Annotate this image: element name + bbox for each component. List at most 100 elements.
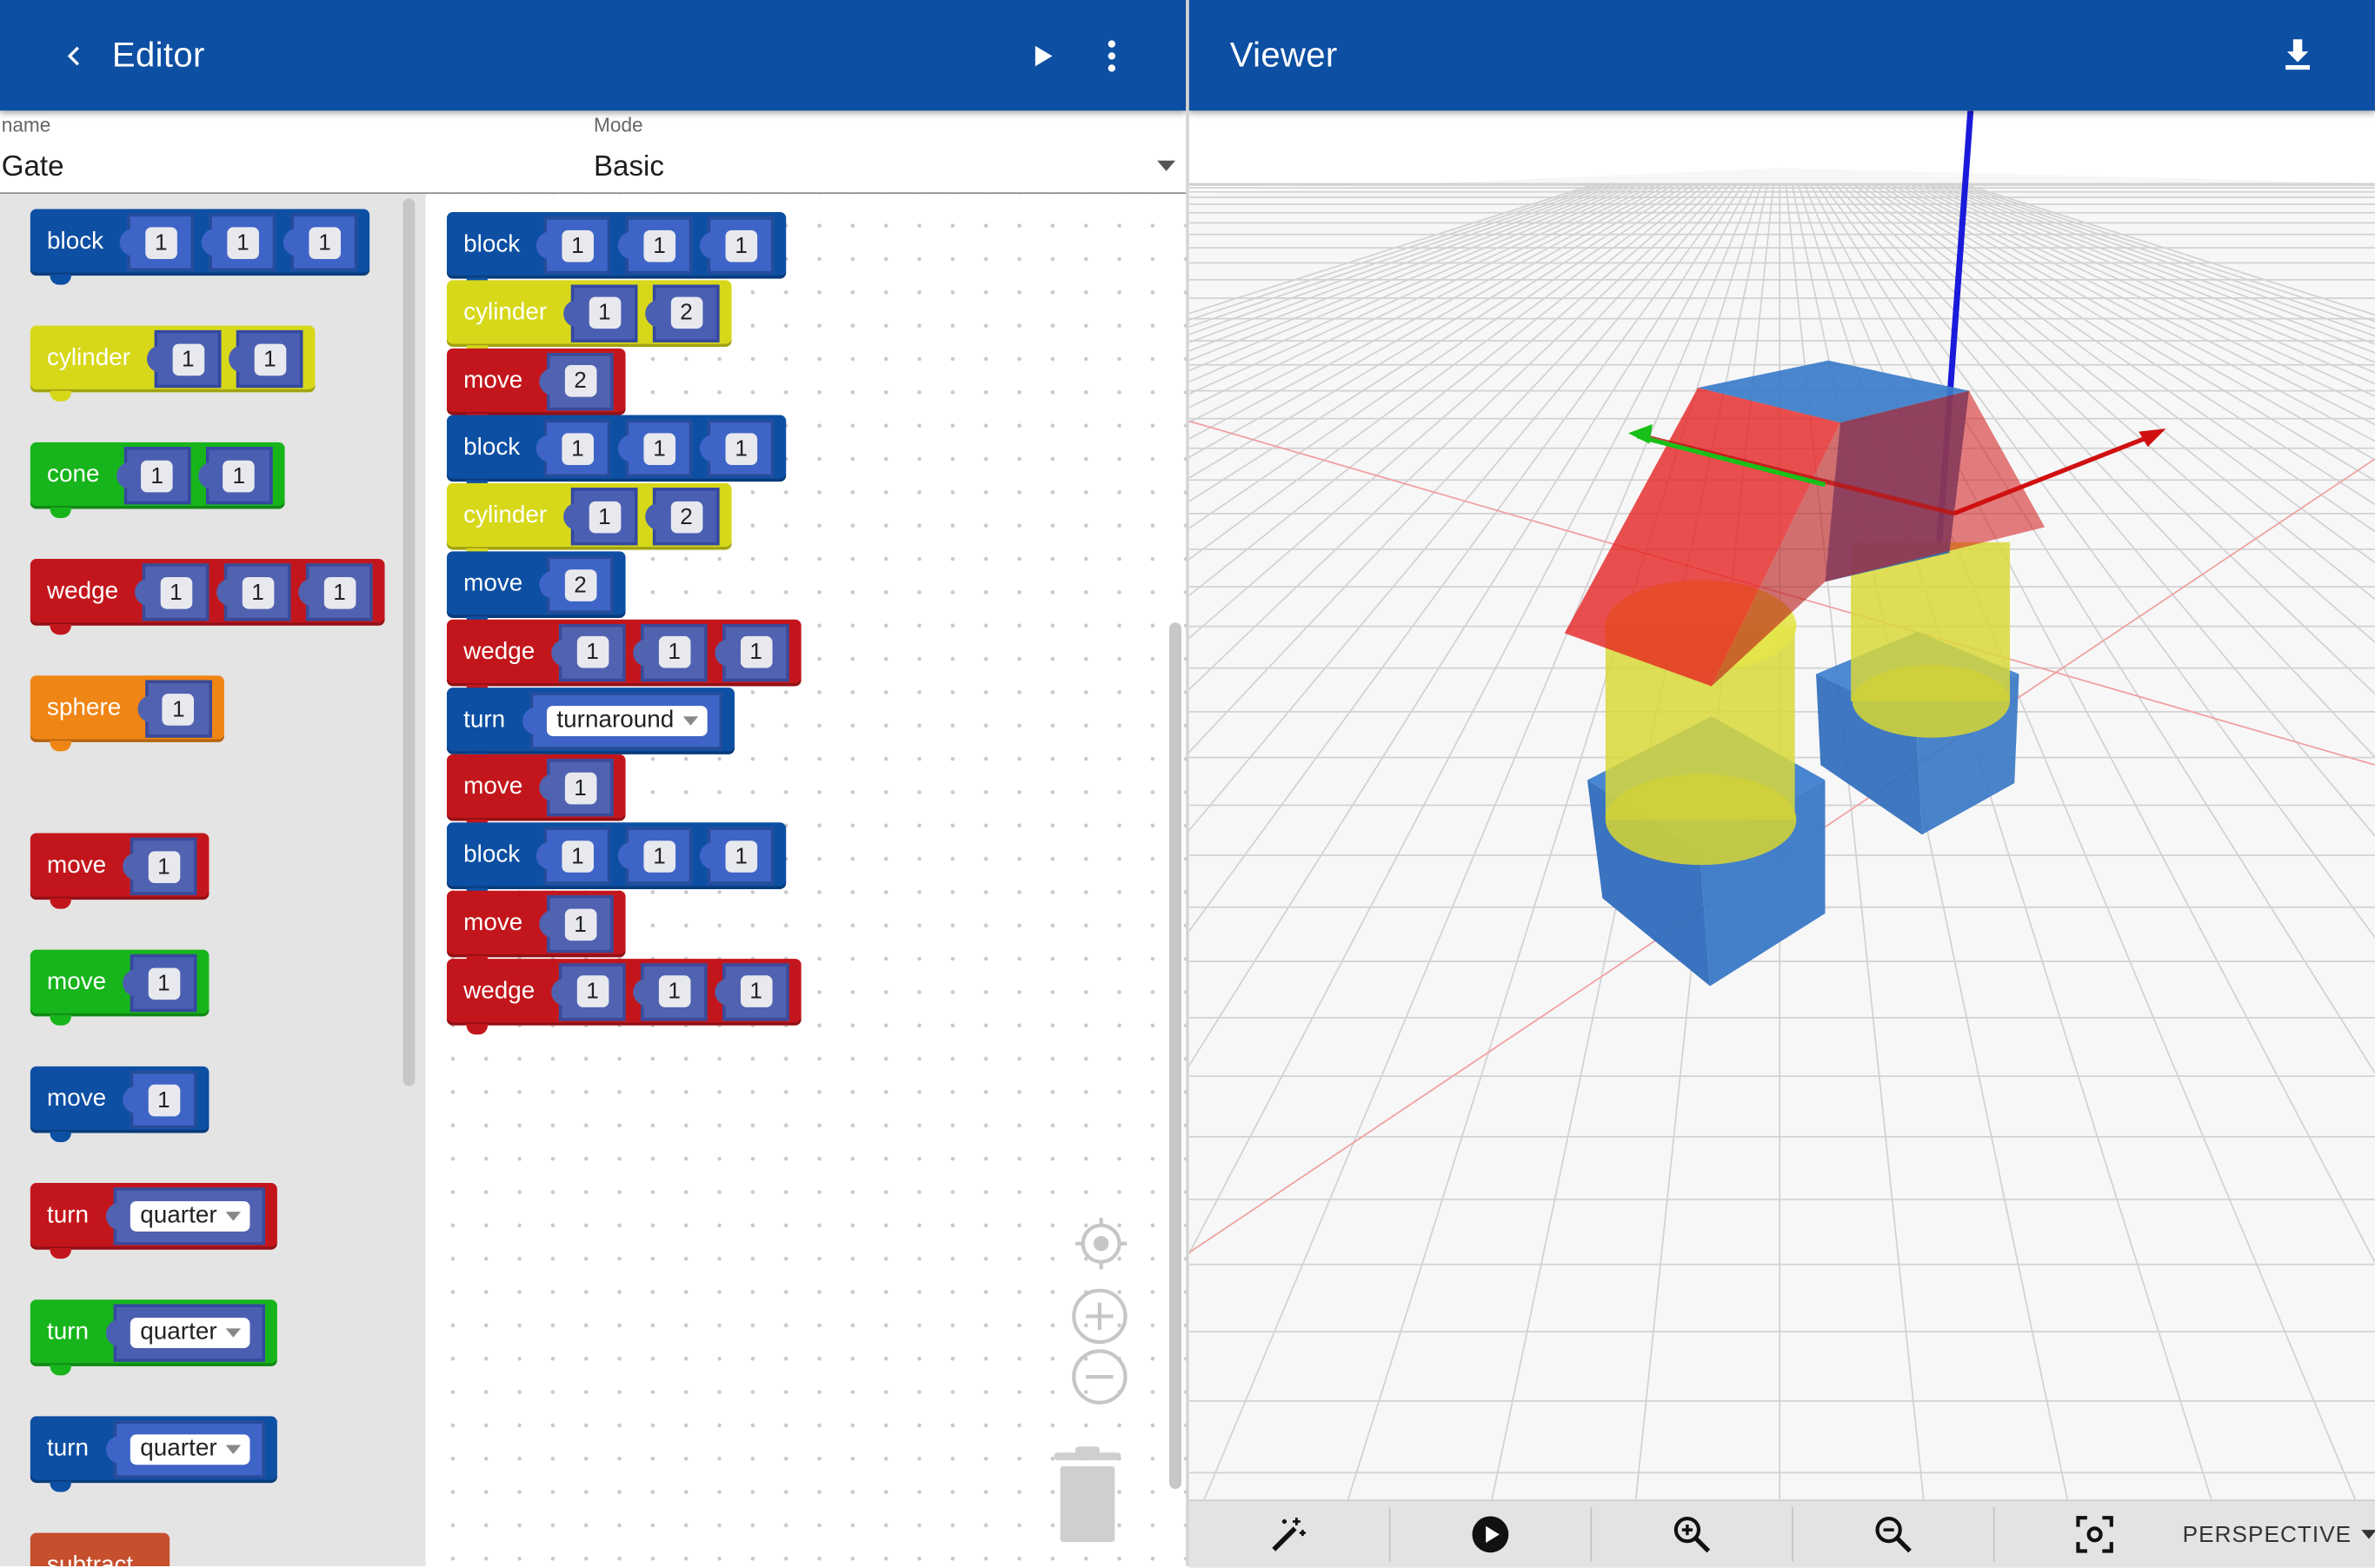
toolbox-block-move[interactable]: move 1 (30, 833, 210, 909)
number-value[interactable]: 1 (254, 342, 286, 375)
toolbox-block-sphere[interactable]: sphere 1 (30, 675, 224, 752)
number-input[interactable]: 1 (618, 216, 693, 275)
dropdown-field[interactable]: quarter (130, 1434, 250, 1465)
toolbox-block-cone[interactable]: cone 1 1 (30, 442, 285, 519)
dropdown-field[interactable]: quarter (130, 1318, 250, 1349)
number-value[interactable]: 1 (562, 229, 594, 262)
toolbox-scrollbar[interactable] (402, 198, 416, 1086)
play-circle-icon[interactable] (1390, 1501, 1590, 1568)
number-input[interactable]: 1 (715, 623, 790, 681)
number-input[interactable]: 1 (536, 420, 611, 478)
toolbox-block-turn[interactable]: turn quarter (30, 1183, 278, 1259)
block-workspace[interactable]: block 1 1 1 cylinder 1 2 move 2 block 1 1 1 cylinder 1… (429, 194, 1188, 1566)
download-icon[interactable] (2273, 30, 2322, 79)
number-value[interactable]: 1 (589, 297, 621, 329)
number-value[interactable]: 1 (658, 975, 690, 1008)
trash-can-icon[interactable] (1048, 1445, 1128, 1553)
number-value[interactable]: 1 (725, 433, 757, 465)
number-value[interactable]: 1 (171, 342, 204, 375)
number-input[interactable]: 1 (298, 563, 373, 621)
mode-select[interactable]: Mode Basic (592, 110, 1186, 194)
number-value[interactable]: 1 (564, 907, 596, 940)
program-block-move[interactable]: move 1 (446, 754, 626, 831)
toolbox-block-move[interactable]: move 1 (30, 949, 210, 1026)
program-block-wedge[interactable]: wedge 1 1 1 (446, 958, 802, 1034)
number-input[interactable]: 1 (123, 837, 197, 895)
number-input[interactable]: 1 (283, 213, 358, 271)
target-icon[interactable] (1073, 1215, 1130, 1280)
program-block-turn[interactable]: turn turnaround (446, 687, 735, 763)
number-input[interactable]: 1 (551, 963, 626, 1021)
chevron-left-icon[interactable] (51, 33, 96, 78)
number-value[interactable]: 1 (643, 840, 675, 873)
dropdown-field[interactable]: turnaround (546, 705, 708, 736)
number-value[interactable]: 1 (643, 433, 675, 465)
projection-select[interactable]: PERSPECTIVE (2183, 1501, 2375, 1568)
number-input[interactable]: 2 (645, 488, 720, 546)
number-value[interactable]: 1 (589, 501, 621, 533)
dropdown-field[interactable]: quarter (130, 1200, 250, 1232)
zoom-in-icon[interactable] (1592, 1501, 1792, 1568)
zoom-plus-icon[interactable] (1071, 1287, 1128, 1352)
dropdown-input[interactable]: quarter (105, 1304, 266, 1362)
number-value[interactable]: 1 (242, 576, 274, 608)
number-value[interactable]: 1 (562, 840, 594, 873)
number-input[interactable]: 1 (536, 216, 611, 275)
number-value[interactable]: 1 (740, 636, 772, 669)
name-field[interactable]: name Gate (0, 110, 583, 194)
number-value[interactable]: 1 (740, 975, 772, 1008)
number-value[interactable]: 1 (145, 226, 177, 259)
viewer-3d-canvas[interactable] (1188, 110, 2375, 1500)
number-input[interactable]: 1 (618, 827, 693, 886)
magic-wand-icon[interactable] (1189, 1501, 1389, 1568)
program-block-block[interactable]: block 1 1 1 (446, 415, 787, 492)
number-input[interactable]: 1 (202, 213, 276, 271)
number-input[interactable]: 1 (551, 623, 626, 681)
number-value[interactable]: 1 (160, 576, 192, 608)
number-input[interactable]: 1 (700, 216, 775, 275)
zoom-out-icon[interactable] (1793, 1501, 1993, 1568)
number-input[interactable]: 2 (539, 352, 614, 410)
number-value[interactable]: 1 (576, 975, 609, 1008)
number-input[interactable]: 2 (645, 284, 720, 342)
program-block-cylinder[interactable]: cylinder 1 2 (446, 483, 732, 560)
dropdown-input[interactable]: turnaround (522, 691, 723, 749)
number-input[interactable]: 1 (536, 827, 611, 886)
program-block-block[interactable]: block 1 1 1 (446, 211, 787, 289)
number-input[interactable]: 1 (135, 563, 210, 621)
toolbox-block-turn[interactable]: turn quarter (30, 1416, 278, 1492)
program-block-block[interactable]: block 1 1 1 (446, 822, 787, 899)
dropdown-input[interactable]: quarter (105, 1420, 266, 1478)
toolbox-block-subtract[interactable]: subtract (30, 1532, 170, 1566)
number-value[interactable]: 2 (564, 365, 596, 397)
number-input[interactable]: 1 (618, 420, 693, 478)
number-input[interactable]: 1 (715, 963, 790, 1021)
number-value[interactable]: 2 (564, 568, 596, 601)
number-value[interactable]: 1 (323, 576, 356, 608)
workspace-scrollbar[interactable] (1169, 622, 1181, 1490)
toolbox-block-block[interactable]: block 1 1 1 (30, 209, 370, 285)
toolbox-block-wedge[interactable]: wedge 1 1 1 (30, 559, 385, 635)
number-value[interactable]: 1 (148, 1083, 180, 1116)
program-block-cylinder[interactable]: cylinder 1 2 (446, 280, 732, 356)
toolbox-block-move[interactable]: move 1 (30, 1066, 210, 1142)
number-value[interactable]: 1 (163, 693, 195, 725)
number-value[interactable]: 1 (141, 459, 173, 492)
number-input[interactable]: 1 (216, 563, 291, 621)
number-input[interactable]: 1 (563, 488, 638, 546)
number-value[interactable]: 1 (148, 850, 180, 883)
name-input[interactable]: Gate (2, 151, 64, 184)
center-focus-icon[interactable] (1995, 1501, 2195, 1568)
number-input[interactable]: 1 (633, 963, 708, 1021)
number-input[interactable]: 1 (633, 623, 708, 681)
number-value[interactable]: 1 (148, 967, 180, 1000)
number-input[interactable]: 2 (539, 555, 614, 614)
number-input[interactable]: 1 (123, 1071, 197, 1129)
number-value[interactable]: 1 (227, 226, 259, 259)
number-value[interactable]: 1 (564, 772, 596, 805)
number-input[interactable]: 1 (120, 213, 195, 271)
toolbox-block-turn[interactable]: turn quarter (30, 1299, 278, 1376)
number-value[interactable]: 1 (643, 229, 675, 262)
number-value[interactable]: 1 (223, 459, 256, 492)
program-block-move[interactable]: move 2 (446, 348, 626, 424)
